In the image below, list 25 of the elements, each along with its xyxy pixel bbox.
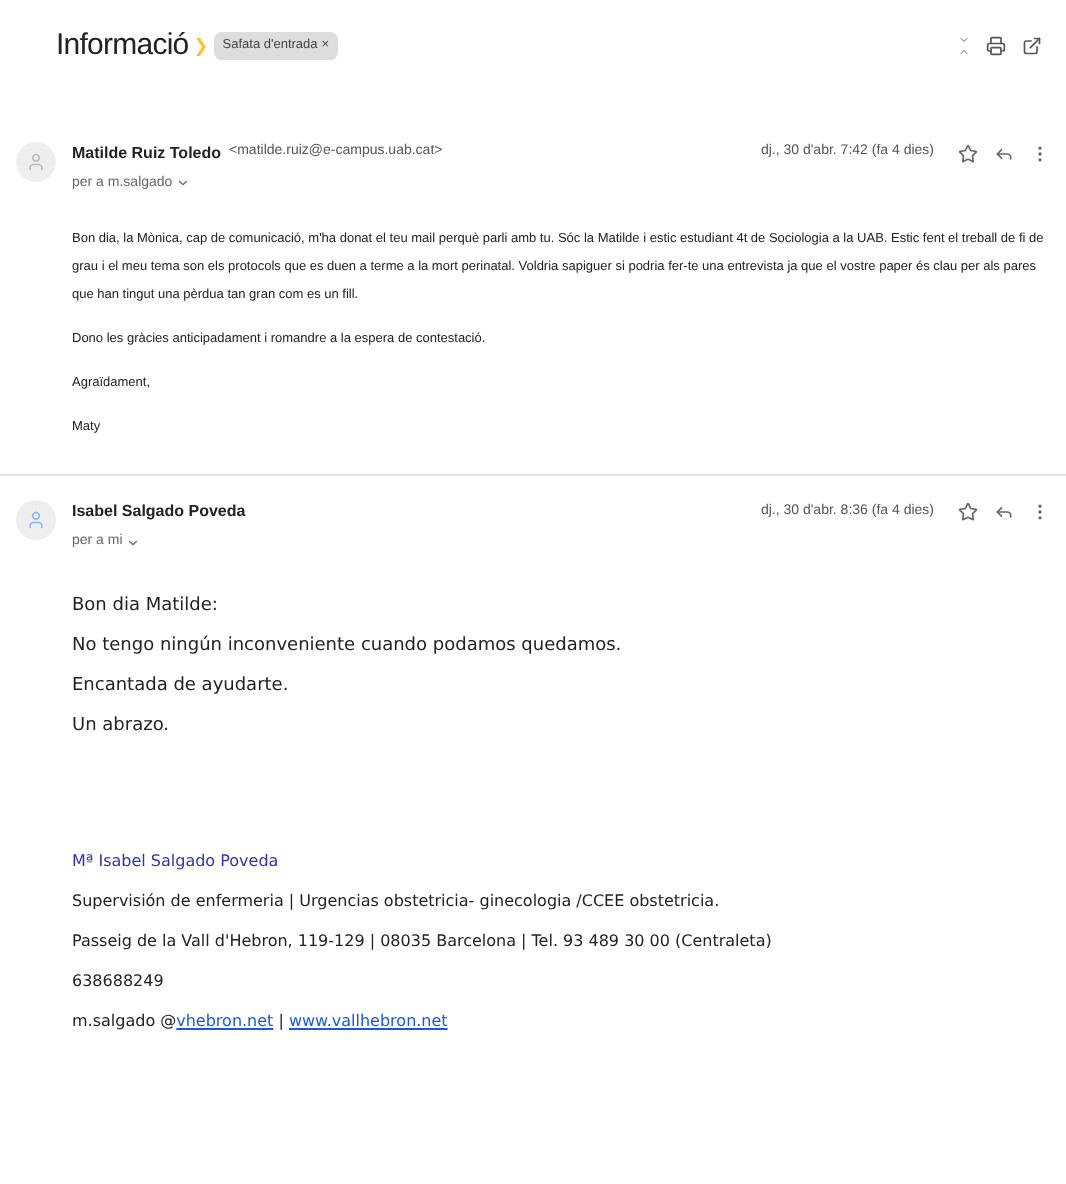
sender-name: Isabel Salgado Poveda	[72, 500, 246, 524]
message-paragraph: No tengo ningún inconveniente cuando podamos quedamos.	[72, 633, 624, 657]
signature-contact: m.salgado @vhebron.net | www.vallhebron.net	[72, 1009, 450, 1033]
contact-link[interactable]: www.vallhebron.net	[288, 1011, 448, 1029]
caret-icon[interactable]	[126, 535, 141, 550]
new-window-icon[interactable]	[1022, 36, 1042, 57]
caret-icon[interactable]	[176, 176, 191, 191]
print-icon[interactable]	[986, 36, 1006, 57]
signature-line: 638688249	[72, 969, 166, 993]
person-icon	[26, 510, 46, 530]
person-icon	[26, 151, 46, 171]
signature-line: Supervisión de enfermeria | Urgencias obstetricia- ginecologia /CCEE obstetricia.	[72, 889, 722, 913]
star-icon[interactable]	[958, 143, 978, 163]
message-paragraph: Bon dia Matilde:	[72, 593, 220, 617]
email-subject: Informació	[56, 26, 189, 66]
reply-icon[interactable]	[994, 143, 1014, 163]
message-paragraph: Un abrazo.	[72, 713, 172, 737]
reply-icon[interactable]	[994, 502, 1014, 522]
signature-line: Passeig de la Vall d'Hebron, 119-129 | 08035 Barcelona | Tel. 93 489 30 00 (Centraleta)	[72, 929, 774, 953]
importance-marker-icon	[196, 37, 207, 56]
contact-link[interactable]: vhebron.net	[176, 1011, 274, 1029]
star-icon[interactable]	[958, 502, 978, 522]
sender-name: Matilde Ruiz Toledo	[72, 141, 222, 165]
signature-name: Mª Isabel Salgado Poveda	[72, 849, 281, 873]
message-paragraph: Encantada de ayudarte.	[72, 673, 291, 697]
